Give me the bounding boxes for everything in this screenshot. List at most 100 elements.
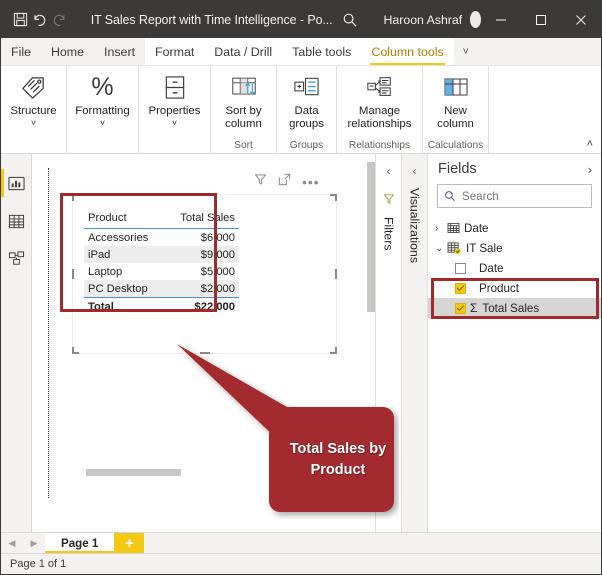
search-input[interactable] (462, 189, 585, 203)
search-icon[interactable] (342, 12, 358, 28)
tab-data-drill[interactable]: Data / Drill (204, 38, 283, 65)
fields-pane: Fields › › Date (427, 154, 601, 532)
minimize-button[interactable] (481, 1, 521, 38)
manage-relationships-icon (366, 70, 394, 104)
chevron-down-icon[interactable]: ˅ (172, 118, 177, 128)
field-checkbox[interactable] (455, 262, 466, 274)
status-text: Page 1 of 1 (10, 558, 67, 570)
fields-field-product[interactable]: Product (428, 278, 601, 298)
page-tab-page-1[interactable]: Page 1 (45, 533, 115, 553)
tab-file[interactable]: File (1, 38, 41, 65)
chevron-up-icon[interactable]: ˄ (587, 138, 593, 150)
chevron-down-icon[interactable]: ˅ (100, 118, 105, 128)
table-row[interactable]: Accessories $6,000 (84, 229, 239, 247)
funnel-icon[interactable] (254, 173, 267, 191)
user-name[interactable]: Haroon Ashraf (384, 13, 463, 27)
table-row[interactable]: PC Desktop $2,000 (84, 280, 239, 298)
canvas-vertical-scrollbar[interactable] (367, 162, 375, 312)
cell-total-sales: $2,000 (164, 280, 239, 298)
avatar[interactable] (470, 11, 482, 28)
table-visual[interactable]: Product Total Sales Accessories $6,000 i… (72, 194, 337, 354)
field-checkbox[interactable] (455, 282, 466, 294)
prev-page-button[interactable]: ◀ (1, 533, 23, 553)
ribbon-tab-bar: File Home Insert Format Data / Drill Tab… (1, 38, 601, 66)
table-row[interactable]: Laptop $5,000 (84, 263, 239, 280)
chevron-right-icon[interactable]: › (588, 162, 592, 177)
tab-table-tools[interactable]: Table tools (282, 38, 362, 65)
filters-panel-collapsed[interactable]: ‹ Filters (375, 154, 401, 532)
fields-field-label: Date (479, 261, 504, 275)
ribbon-group-sort: Sort by column Sort (211, 66, 277, 153)
formatting-label: Formatting (75, 105, 130, 117)
visualizations-panel-collapsed[interactable]: ‹ Visualizations (401, 154, 427, 532)
table-row[interactable]: iPad $9,000 (84, 246, 239, 263)
add-page-button[interactable]: + (114, 533, 145, 553)
report-view-button[interactable] (1, 164, 31, 202)
cell-total-sales: $6,000 (200, 231, 235, 244)
canvas-horizontal-scrollbar[interactable] (86, 469, 181, 476)
report-canvas[interactable]: ••• Product Total Sales Accessories $6,0… (32, 154, 375, 532)
focus-mode-icon[interactable] (278, 173, 291, 191)
redo-icon (50, 5, 69, 35)
manage-relationships-button[interactable]: Manage relationships (337, 70, 422, 131)
chevron-down-icon[interactable]: ˅ (454, 38, 478, 65)
chevron-down-icon[interactable]: ˅ (31, 118, 36, 128)
total-label: Total (84, 297, 165, 315)
column-header-total-sales[interactable]: Total Sales (164, 210, 239, 229)
structure-button[interactable]: Structure ˅ (1, 70, 66, 128)
field-checkbox[interactable] (455, 302, 466, 314)
resize-handle[interactable] (72, 269, 74, 279)
resize-handle[interactable] (72, 194, 74, 201)
more-options-icon[interactable]: ••• (302, 175, 320, 189)
resize-handle[interactable] (199, 194, 210, 196)
chevron-left-icon[interactable]: ‹ (413, 164, 417, 178)
column-header-product[interactable]: Product (84, 210, 165, 229)
group-label-calculations: Calculations (427, 140, 484, 151)
sort-column-icon (230, 70, 258, 104)
new-column-button[interactable]: New column (423, 70, 488, 131)
resize-handle[interactable] (335, 269, 337, 279)
resize-handle[interactable] (335, 347, 337, 354)
sort-by-column-button[interactable]: Sort by column (211, 70, 276, 131)
fields-search-box[interactable] (437, 184, 592, 208)
chevron-down-icon[interactable]: ⌄ (435, 243, 447, 254)
percent-icon: % (91, 72, 114, 101)
new-column-icon (443, 70, 469, 104)
visualizations-panel-label: Visualizations (407, 188, 422, 263)
ribbon: Structure ˅ % Formatting ˅ Properties ˅ … (1, 66, 601, 154)
formatting-button[interactable]: % Formatting ˅ (67, 70, 138, 128)
table-total-row: Total $22,000 (84, 297, 239, 315)
tab-format[interactable]: Format (145, 38, 205, 65)
tab-home[interactable]: Home (41, 38, 94, 65)
power-bi-desktop-window: IT Sales Report with Time Intelligence -… (0, 0, 602, 575)
save-icon[interactable] (11, 5, 30, 35)
chevron-right-icon[interactable]: › (435, 223, 447, 234)
tab-insert[interactable]: Insert (94, 38, 145, 65)
undo-icon[interactable] (30, 5, 49, 35)
fields-field-date[interactable]: Date (428, 258, 601, 278)
ribbon-group-groups: Data groups Groups (277, 66, 337, 153)
resize-handle[interactable] (72, 347, 74, 354)
tab-column-tools[interactable]: Column tools (361, 38, 454, 65)
date-table-icon (447, 222, 460, 234)
cabinet-icon (164, 70, 186, 104)
report-page[interactable]: ••• Product Total Sales Accessories $6,0… (48, 168, 366, 498)
close-button[interactable] (561, 1, 601, 38)
fields-measure-total-sales[interactable]: Σ Total Sales (428, 298, 601, 318)
resize-handle[interactable] (335, 194, 337, 201)
data-groups-icon (293, 70, 320, 104)
data-view-button[interactable] (1, 202, 31, 240)
properties-button[interactable]: Properties ˅ (139, 70, 210, 128)
chevron-left-icon[interactable]: ‹ (387, 164, 391, 178)
fields-table-date[interactable]: › Date (428, 218, 601, 238)
next-page-button[interactable]: ▶ (23, 533, 45, 553)
fields-table-it-sale[interactable]: ⌄ IT Sale (428, 238, 601, 258)
fields-title: Fields (438, 161, 477, 177)
sort-by-column-label: Sort by column (225, 105, 262, 130)
maximize-button[interactable] (521, 1, 561, 38)
cell-product: PC Desktop (84, 280, 165, 298)
cell-product: Laptop (88, 265, 123, 278)
model-view-button[interactable] (1, 240, 31, 278)
data-groups-button[interactable]: Data groups (277, 70, 336, 131)
resize-handle[interactable] (199, 352, 210, 354)
